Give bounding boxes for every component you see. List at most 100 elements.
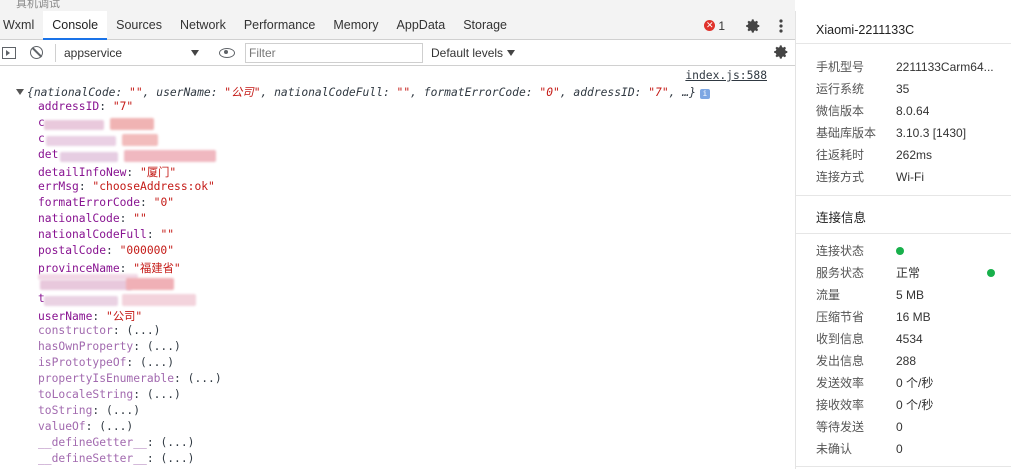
property-value: "0" xyxy=(153,196,175,209)
property-row: c xyxy=(38,132,45,145)
info-value: 35 xyxy=(896,82,910,96)
expand-triangle-icon[interactable] xyxy=(16,89,24,95)
tab-performance[interactable]: Performance xyxy=(235,11,325,40)
redacted-block xyxy=(122,294,196,306)
proto-value[interactable]: (...) xyxy=(188,372,222,385)
summary-ellipsis: …} xyxy=(682,86,696,99)
redacted-block xyxy=(44,296,118,306)
tab-wxml[interactable]: Wxml xyxy=(0,11,43,40)
proto-row: __defineGetter__: (...) xyxy=(38,436,195,449)
info-label: 未确认 xyxy=(816,442,853,456)
log-levels-dropdown[interactable]: Default levels xyxy=(431,45,516,60)
proto-key: isPrototypeOf xyxy=(38,356,127,369)
info-label: 运行系统 xyxy=(816,82,865,96)
property-row: userName: "公司" xyxy=(38,310,143,323)
show-sidebar-icon[interactable] xyxy=(2,46,16,59)
summary-key: userName xyxy=(156,86,211,99)
redacted-block xyxy=(44,120,104,130)
device-info-row: 运行系统 35 xyxy=(816,78,1006,100)
info-value: 2211133Carm64... xyxy=(896,60,994,74)
tab-console[interactable]: Console xyxy=(43,10,108,40)
property-key: c xyxy=(38,132,45,145)
device-info-panel: Xiaomi-2211133C 手机型号 2211133Carm64... 运行系… xyxy=(795,0,1011,469)
redacted-block xyxy=(40,280,132,290)
settings-gear-icon[interactable] xyxy=(739,11,767,40)
proto-row: __defineSetter__: (...) xyxy=(38,452,195,465)
service-status-dot xyxy=(987,269,995,277)
proto-row: toString: (...) xyxy=(38,404,141,417)
proto-value[interactable]: (...) xyxy=(147,388,181,401)
property-value: "" xyxy=(160,228,175,241)
tab-storage[interactable]: Storage xyxy=(454,11,516,40)
property-value: "chooseAddress:ok" xyxy=(92,180,215,193)
property-key: userName xyxy=(38,310,93,323)
property-row: nationalCodeFull: "" xyxy=(38,228,175,241)
clear-console-icon[interactable] xyxy=(30,46,43,59)
info-label: 连接方式 xyxy=(816,170,865,184)
console-settings-gear-icon[interactable] xyxy=(773,44,789,63)
log-levels-label: Default levels xyxy=(431,45,504,60)
tab-sources[interactable]: Sources xyxy=(107,11,171,40)
proto-value[interactable]: (...) xyxy=(99,420,133,433)
summary-value: "" xyxy=(396,86,411,99)
info-value: Wi-Fi xyxy=(896,170,924,184)
tab-memory[interactable]: Memory xyxy=(324,11,387,40)
redacted-block xyxy=(60,152,118,162)
info-label: 手机型号 xyxy=(816,60,865,74)
tab-network[interactable]: Network xyxy=(171,11,235,40)
panel-divider xyxy=(796,233,1011,234)
panel-divider xyxy=(796,466,1011,467)
tab-appdata[interactable]: AppData xyxy=(388,11,455,40)
redacted-block xyxy=(124,150,216,162)
object-summary[interactable]: {nationalCode: "", userName: "公司", natio… xyxy=(16,84,710,100)
error-count-badge[interactable]: ✕ 1 xyxy=(704,19,725,33)
source-link[interactable]: index.js:588 xyxy=(685,69,767,82)
property-row: nationalCode: "" xyxy=(38,212,147,225)
proto-value[interactable]: (...) xyxy=(147,340,181,353)
info-value: 0 xyxy=(896,420,903,434)
connection-row: 流量 5 MB xyxy=(816,284,1006,306)
more-options-icon[interactable] xyxy=(767,11,795,40)
property-value: "" xyxy=(133,212,147,225)
context-select[interactable]: appservice xyxy=(63,43,203,63)
devtools-panel: Wxml Console Sources Network Performance… xyxy=(0,10,795,469)
property-row: det xyxy=(38,148,58,161)
property-key: detailInfoNew xyxy=(38,166,127,179)
info-label: 服务状态 xyxy=(816,266,865,280)
property-key: det xyxy=(38,148,59,161)
device-name: Xiaomi-2211133C xyxy=(816,23,915,37)
info-value: 3.10.3 [1430] xyxy=(896,126,967,140)
info-label: 接收效率 xyxy=(816,398,865,412)
connection-row: 发出信息 288 xyxy=(816,350,1006,372)
connection-row: 发送效率 0 个/秒 xyxy=(816,372,1006,394)
summary-key: addressID xyxy=(573,86,635,99)
property-row: formatErrorCode: "0" xyxy=(38,196,175,209)
proto-value[interactable]: (...) xyxy=(106,404,140,417)
device-info-row: 连接方式 Wi-Fi xyxy=(816,166,1006,188)
panel-divider xyxy=(796,43,1011,44)
window-title-bar: 真机调试 xyxy=(0,0,795,11)
live-expression-eye-icon[interactable] xyxy=(219,47,235,58)
proto-value[interactable]: (...) xyxy=(140,356,174,369)
property-key: nationalCode xyxy=(38,212,120,225)
info-value: 正常 xyxy=(896,266,921,280)
error-icon: ✕ xyxy=(704,20,716,31)
proto-value[interactable]: (...) xyxy=(160,436,194,449)
proto-key: valueOf xyxy=(38,420,86,433)
connection-row: 连接状态 xyxy=(816,240,1006,262)
property-value: "福建省" xyxy=(133,262,181,275)
proto-key: __defineSetter__ xyxy=(38,452,147,465)
info-value: 8.0.64 xyxy=(896,104,930,118)
connection-section-title: 连接信息 xyxy=(816,211,867,225)
proto-value[interactable]: (...) xyxy=(126,324,160,337)
property-value: "公司" xyxy=(106,310,143,323)
property-key: addressID xyxy=(38,100,100,113)
console-toolbar: appservice Default levels xyxy=(0,40,795,66)
summary-value: "7" xyxy=(648,86,669,99)
property-row: errMsg: "chooseAddress:ok" xyxy=(38,180,215,193)
info-value: 0 个/秒 xyxy=(896,376,934,390)
info-label: 压缩节省 xyxy=(816,310,865,324)
proto-value[interactable]: (...) xyxy=(160,452,194,465)
info-label: 发送效率 xyxy=(816,376,865,390)
filter-input[interactable] xyxy=(245,42,423,63)
